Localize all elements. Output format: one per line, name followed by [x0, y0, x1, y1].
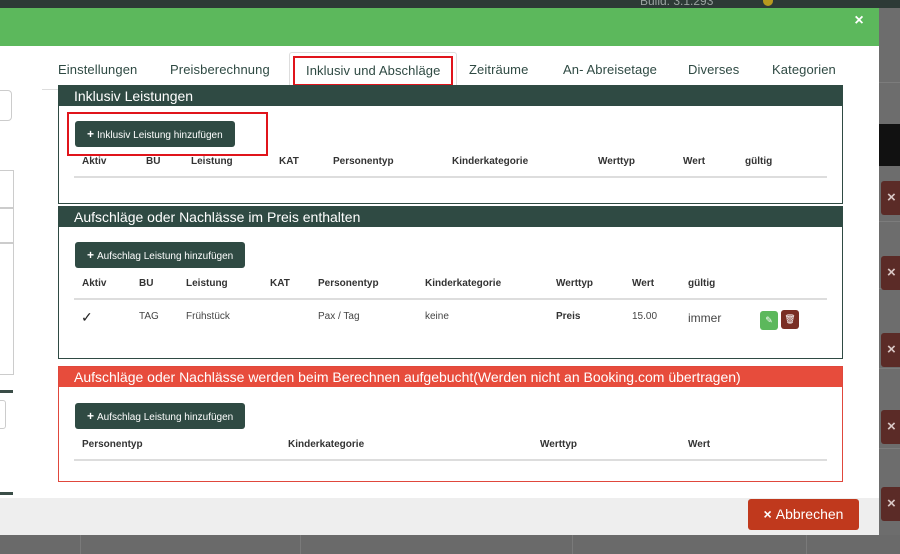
cell-bu: TAG: [139, 311, 159, 322]
cell-personentyp: Pax / Tag: [318, 311, 360, 322]
column-header: Werttyp: [598, 156, 636, 167]
column-header: Kinderkategorie: [452, 156, 529, 167]
panel-aufschlaege-aufgebucht: Aufschläge oder Nachlässe werden beim Be…: [58, 366, 843, 482]
left-field-stub: [0, 170, 14, 208]
panel-aufschlaege-enthalten: Aufschläge oder Nachlässe im Preis entha…: [58, 206, 843, 359]
cell-werttyp: Preis: [556, 311, 581, 322]
left-button-stub[interactable]: [0, 400, 6, 429]
column-header: Wert: [683, 156, 706, 167]
panel-title: Aufschläge oder Nachlässe werden beim Be…: [59, 367, 842, 387]
column-header: Aktiv: [82, 278, 107, 289]
close-icon[interactable]: ×: [850, 10, 868, 32]
column-header: Leistung: [186, 278, 228, 289]
column-header: gültig: [688, 278, 716, 289]
column-header: Personentyp: [318, 278, 379, 289]
tab-highlight-frame: [293, 56, 454, 86]
add-aufschlag-leistung-button[interactable]: + Aufschlag Leistung hinzufügen: [75, 242, 246, 268]
table-header-divider: [74, 298, 827, 300]
cancel-label: Abbrechen: [775, 506, 844, 522]
button-label: Aufschlag Leistung hinzufügen: [97, 251, 234, 262]
background-dark-bar: [879, 124, 900, 166]
column-header: KAT: [279, 156, 299, 167]
plus-icon: +: [87, 248, 95, 262]
left-field-stub: [0, 208, 14, 243]
cell-wert: 15.00: [632, 311, 658, 322]
table-header-divider: [74, 176, 827, 178]
panel-inklusiv-leistungen: Inklusiv Leistungen + Inklusiv Leistung h…: [58, 85, 843, 204]
cell-leistung: Frühstück: [186, 311, 230, 322]
panel-title: Inklusiv Leistungen: [59, 86, 842, 106]
cell-gueltig: immer: [688, 311, 722, 325]
column-header: Werttyp: [540, 439, 578, 450]
add-aufschlag-leistung-button[interactable]: + Aufschlag Leistung hinzufügen: [75, 403, 246, 429]
plus-icon: +: [87, 409, 95, 423]
column-header: Kinderkategorie: [425, 278, 502, 289]
panel-title: Aufschläge oder Nachlässe im Preis entha…: [59, 207, 842, 227]
column-header: BU: [139, 278, 154, 289]
column-header: Leistung: [191, 156, 233, 167]
column-header: gültig: [745, 156, 773, 167]
background-delete-button[interactable]: ×: [881, 256, 900, 290]
edit-icon[interactable]: ✎: [760, 311, 778, 330]
left-divider: [0, 492, 13, 495]
column-header: Aktiv: [82, 156, 107, 167]
table-header-divider: [74, 459, 827, 461]
column-header: Werttyp: [556, 278, 594, 289]
column-header: KAT: [270, 278, 290, 289]
column-header: Personentyp: [333, 156, 394, 167]
modal-header: ×: [0, 8, 879, 46]
check-icon: ✓: [81, 309, 93, 325]
background-delete-button[interactable]: ×: [881, 410, 900, 444]
close-icon: ×: [763, 506, 772, 522]
button-label: Aufschlag Leistung hinzufügen: [97, 412, 234, 423]
left-input-stub[interactable]: [0, 90, 12, 121]
cancel-button[interactable]: × Abbrechen: [748, 499, 859, 530]
background-delete-button[interactable]: ×: [881, 333, 900, 367]
button-highlight-frame: [67, 112, 268, 156]
left-divider: [0, 390, 13, 393]
background-bottom-strip: [0, 535, 900, 554]
cell-kinderkategorie: keine: [425, 311, 449, 322]
delete-icon[interactable]: 🗑: [781, 310, 799, 329]
modal-dialog: × Einstellungen Preisberechnung Inklusiv…: [0, 8, 879, 535]
column-header: Kinderkategorie: [288, 439, 365, 450]
column-header: BU: [146, 156, 161, 167]
background-delete-button[interactable]: ×: [881, 487, 900, 521]
background-build-label: Build: 3.1.293: [640, 0, 714, 8]
column-header: Personentyp: [82, 439, 143, 450]
left-field-stub: [0, 243, 14, 375]
column-header: Wert: [688, 439, 711, 450]
column-header: Wert: [632, 278, 655, 289]
background-delete-button[interactable]: ×: [881, 181, 900, 215]
